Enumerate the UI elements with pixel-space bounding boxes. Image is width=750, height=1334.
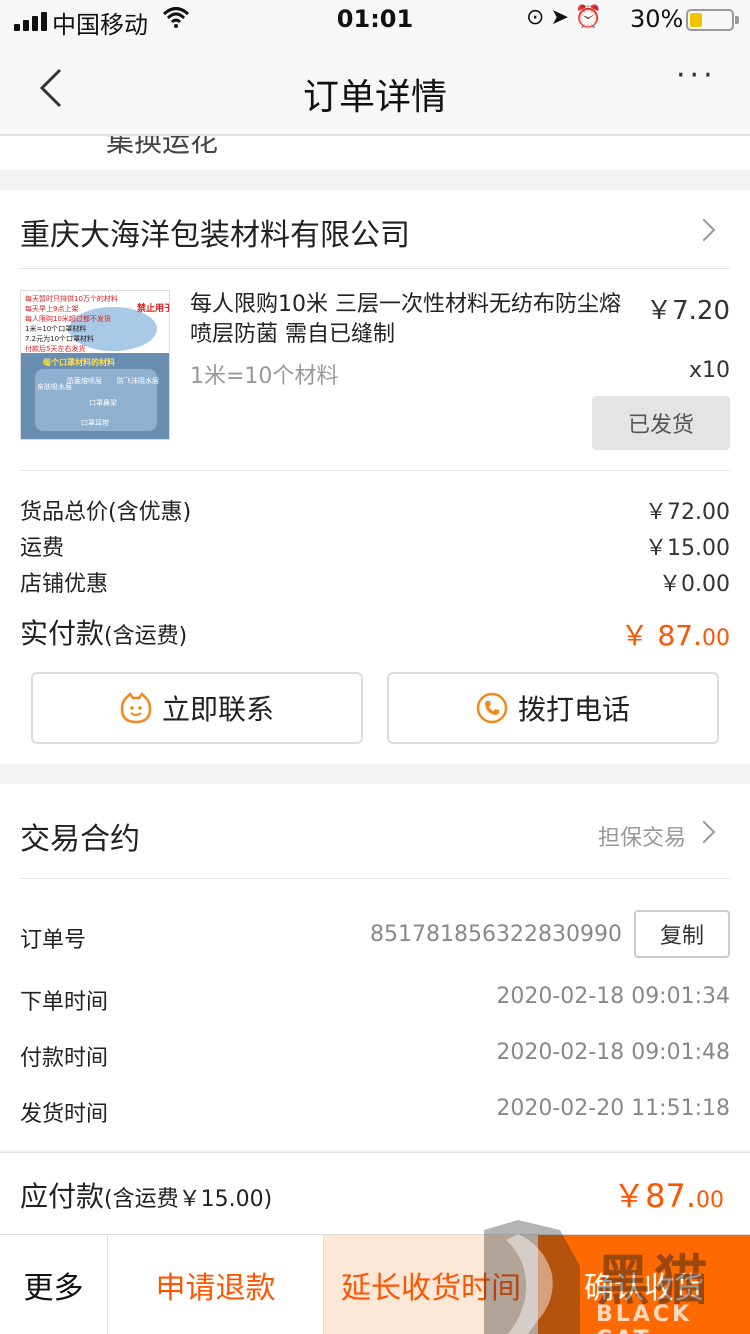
battery-percent: 30% bbox=[630, 5, 684, 33]
contract-type[interactable]: 担保交易 bbox=[598, 820, 686, 852]
product-title[interactable]: 每人限购10米 三层一次性材料无纺布防尘熔喷层防菌 需自已缝制 bbox=[190, 290, 640, 350]
more-button[interactable]: 更多 bbox=[0, 1235, 108, 1334]
payable-sub-label: (含运费￥15.00) bbox=[104, 1187, 273, 1212]
ship-time-row: 发货时间 2020-02-20 11:51:18 bbox=[20, 1096, 730, 1128]
request-refund-button[interactable]: 申请退款 bbox=[108, 1235, 324, 1334]
order-time-row: 下单时间 2020-02-18 09:01:34 bbox=[20, 984, 730, 1016]
peek-text: 集换运花 bbox=[106, 136, 219, 158]
payable-label: 应付款 bbox=[20, 1180, 105, 1213]
shipping-label: 运费 bbox=[20, 536, 65, 561]
call-seller-label: 拨打电话 bbox=[517, 693, 630, 726]
order-time-label: 下单时间 bbox=[20, 990, 109, 1015]
order-number-value: 851781856322830990 bbox=[370, 922, 622, 947]
chevron-right-icon[interactable] bbox=[692, 218, 716, 242]
divider bbox=[20, 470, 730, 471]
goods-total-row: 货品总价(含优惠) ￥72.00 bbox=[20, 494, 730, 526]
status-icons: ⊙➤⏰ bbox=[526, 5, 608, 30]
payable-row: 应付款(含运费￥15.00) ￥87.00 bbox=[0, 1152, 750, 1234]
call-seller-button[interactable]: 拨打电话 bbox=[387, 672, 719, 744]
contract-title[interactable]: 交易合约 bbox=[20, 814, 140, 858]
paid-sub-label: (含运费) bbox=[104, 624, 188, 649]
previous-section-peek: 集换运花 bbox=[0, 136, 750, 170]
order-number-label: 订单号 bbox=[20, 928, 87, 953]
product-spec: 1米=10个材料 bbox=[190, 364, 339, 389]
status-bar: 中国移动 01:01 ⊙➤⏰ 30% bbox=[0, 0, 750, 40]
paid-label: 实付款 bbox=[20, 617, 105, 650]
shop-discount-value: ￥0.00 bbox=[659, 572, 730, 597]
extend-receipt-button[interactable]: 延长收货时间 bbox=[324, 1235, 538, 1334]
thumb-line-4: 1米=10个口罩材料 bbox=[25, 324, 86, 333]
paid-value: ￥ 87.00 bbox=[621, 614, 730, 654]
paid-row: 实付款(含运费) ￥ 87.00 bbox=[20, 612, 730, 652]
payable-value: ￥87.00 bbox=[613, 1171, 724, 1217]
thumb-label-d: 口罩鼻梁 bbox=[89, 398, 117, 407]
shop-discount-row: 店铺优惠 ￥0.00 bbox=[20, 566, 730, 598]
ship-time-value: 2020-02-20 11:51:18 bbox=[496, 1096, 730, 1121]
copy-order-number-button[interactable]: 复制 bbox=[634, 910, 730, 958]
paid-cents: 00 bbox=[702, 626, 730, 651]
payable-main: ￥87. bbox=[613, 1177, 696, 1215]
thumb-label-c: 防飞沫阻水层 bbox=[117, 376, 159, 385]
phone-icon bbox=[476, 692, 508, 724]
battery-icon bbox=[686, 9, 739, 31]
paid-main: ￥ 87. bbox=[620, 619, 702, 652]
chat-icon bbox=[120, 692, 152, 724]
goods-total-value: ￥72.00 bbox=[645, 500, 730, 525]
divider bbox=[20, 268, 730, 269]
goods-total-label: 货品总价(含优惠) bbox=[20, 500, 192, 525]
battery-fill bbox=[690, 13, 702, 27]
chevron-right-icon[interactable] bbox=[692, 820, 716, 844]
product-price: ￥7.20 bbox=[646, 296, 730, 326]
shipping-status-button[interactable]: 已发货 bbox=[592, 396, 730, 450]
ship-time-label: 发货时间 bbox=[20, 1102, 109, 1127]
shipping-value: ￥15.00 bbox=[645, 536, 730, 561]
contact-seller-label: 立即联系 bbox=[161, 693, 274, 726]
thumb-badge: 禁止用于售卖 bbox=[137, 302, 170, 314]
thumb-line-6: 付款后5天左右发货 bbox=[25, 344, 85, 353]
order-time-value: 2020-02-18 09:01:34 bbox=[496, 984, 730, 1009]
nav-bar: 订单详情 ··· bbox=[0, 40, 750, 136]
thumb-line-2: 每天早上9点上架 bbox=[25, 304, 78, 313]
product-image: 每天暂时只排供10万个的材料 每天早上9点上架 每人限购10米超过都不发货 1米… bbox=[21, 291, 170, 439]
order-card: 重庆大海洋包装材料有限公司 每天暂时只排供10万个的材料 每天早上9点上架 每人… bbox=[0, 190, 750, 764]
orientation-lock-icon: ⊙ bbox=[526, 5, 551, 30]
page-title: 订单详情 bbox=[302, 77, 447, 118]
thumb-label-e: 口罩耳带 bbox=[81, 419, 109, 427]
product-thumbnail[interactable]: 每天暂时只排供10万个的材料 每天早上9点上架 每人限购10米超过都不发货 1米… bbox=[20, 290, 170, 440]
product-quantity: x10 bbox=[688, 358, 730, 383]
thumb-label-b: 防菌熔喷层 bbox=[67, 376, 102, 385]
shop-discount-label: 店铺优惠 bbox=[20, 572, 109, 597]
thumb-line-5: 7.2元为10个口罩材料 bbox=[25, 334, 94, 343]
shop-name[interactable]: 重庆大海洋包装材料有限公司 bbox=[20, 210, 410, 254]
pay-time-label: 付款时间 bbox=[20, 1046, 109, 1071]
watermark-subtext: BLACK CAT bbox=[596, 1302, 693, 1334]
location-icon: ➤ bbox=[550, 5, 575, 30]
shipping-row: 运费 ￥15.00 bbox=[20, 530, 730, 562]
trade-contract-card: 交易合约 担保交易 订单号 851781856322830990 复制 下单时间… bbox=[0, 784, 750, 1150]
payable-label-group: 应付款(含运费￥15.00) bbox=[20, 1175, 272, 1215]
contact-seller-button[interactable]: 立即联系 bbox=[31, 672, 363, 744]
divider bbox=[20, 878, 730, 879]
pay-time-value: 2020-02-18 09:01:48 bbox=[496, 1040, 730, 1065]
thumb-line-1: 每天暂时只排供10万个的材料 bbox=[25, 294, 118, 303]
payable-cents: 00 bbox=[696, 1188, 724, 1213]
pay-time-row: 付款时间 2020-02-18 09:01:48 bbox=[20, 1040, 730, 1072]
alarm-icon: ⏰ bbox=[574, 5, 609, 30]
more-menu-button[interactable]: ··· bbox=[676, 58, 717, 93]
thumb-line-3: 每人限购10米超过都不发货 bbox=[25, 314, 111, 323]
thumb-bottom: 每个口罩材料的材料 bbox=[43, 357, 115, 367]
